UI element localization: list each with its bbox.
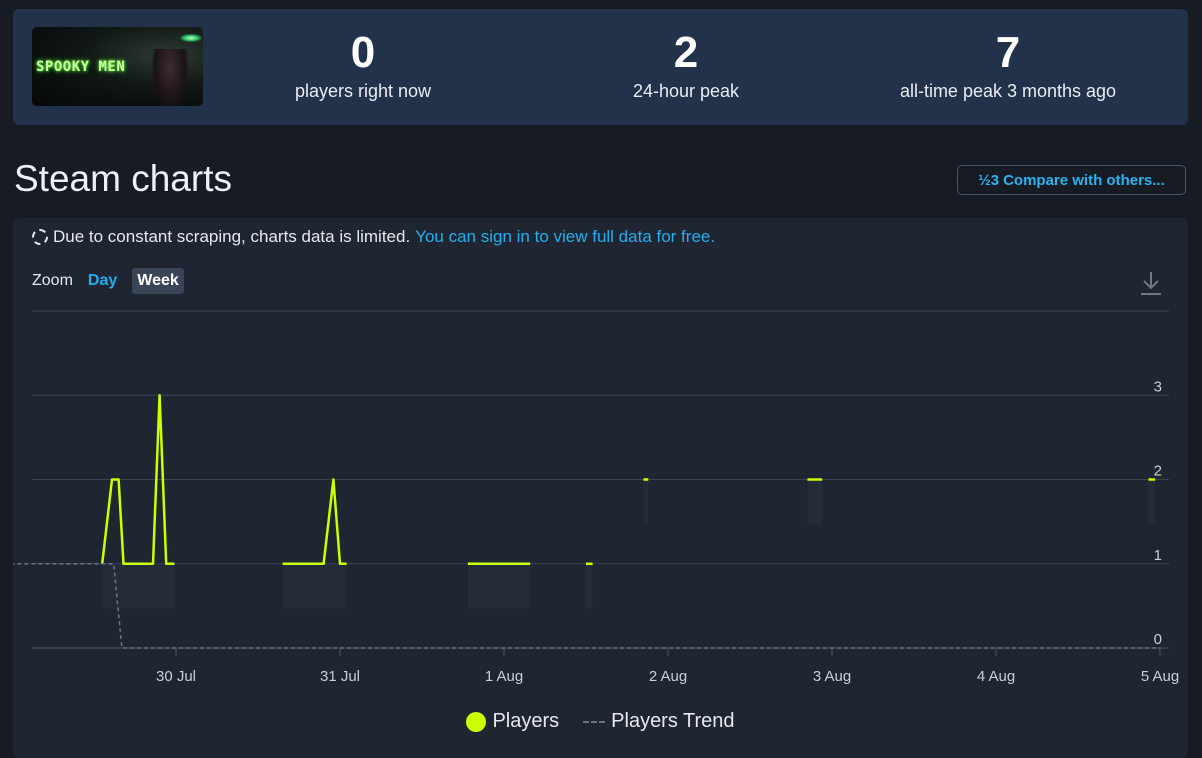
chart-panel: Due to constant scraping, charts data is… <box>13 218 1188 758</box>
stat-label: players right now <box>294 81 432 101</box>
x-tick-label: 1 Aug <box>485 668 523 685</box>
legend-players-dot <box>466 711 487 732</box>
players-area-fill <box>643 479 649 525</box>
legend-item-trend[interactable]: Players Trend <box>583 710 735 733</box>
thumbnail-title: SPOOKY MEN <box>36 59 126 75</box>
thumbnail-figure <box>152 49 188 106</box>
x-tick-label: 4 Aug <box>977 668 1015 685</box>
players-area-fill <box>1148 479 1156 525</box>
y-tick-label: 1 <box>1154 547 1162 564</box>
x-tick-label: 31 Jul <box>320 668 360 685</box>
y-tick-label: 3 <box>1154 378 1162 395</box>
stat-label: all-time peak 3 months ago <box>899 81 1117 101</box>
compare-button[interactable]: ½3 Compare with others... <box>957 165 1186 195</box>
legend-item-players[interactable]: Players <box>466 710 559 733</box>
stat-all-time-peak: 7 all-time peak 3 months ago <box>858 27 1158 103</box>
legend-trend-dash <box>583 720 606 723</box>
legend-trend-label: Players Trend <box>611 710 735 732</box>
fraction-icon: ½3 <box>978 171 1000 189</box>
stat-label: 24-hour peak <box>632 81 740 101</box>
players-line-segment <box>282 478 347 566</box>
x-tick-label: 3 Aug <box>813 668 851 685</box>
thumbnail-light <box>180 34 202 42</box>
players-area-fill <box>807 479 823 525</box>
y-tick-label: 2 <box>1154 463 1162 480</box>
stats-bar: SPOOKY MEN 0 players right now 2 24-hour… <box>13 9 1188 125</box>
stat-players-now: 0 players right now <box>213 27 513 103</box>
players-chart[interactable]: 0 1 2 3 30 Jul 31 Jul 1 Aug 2 Aug 3 Aug 4 Aug 5 Au… <box>13 218 1188 698</box>
players-area-fill <box>586 563 593 609</box>
page-title: Steam charts <box>14 158 232 199</box>
stat-value: 2 <box>673 28 699 77</box>
compare-button-label: Compare with others... <box>1003 171 1165 189</box>
players-area-fill <box>102 563 175 609</box>
legend-players-label: Players <box>492 710 560 732</box>
x-tick-label: 5 Aug <box>1141 668 1179 685</box>
stat-24h-peak: 2 24-hour peak <box>536 27 836 103</box>
y-tick-label: 0 <box>1154 631 1162 648</box>
x-tick-label: 30 Jul <box>156 668 196 685</box>
stat-value: 0 <box>350 28 376 77</box>
game-thumbnail[interactable]: SPOOKY MEN <box>32 27 203 106</box>
players-area-fill <box>467 563 531 609</box>
x-tick-label: 2 Aug <box>649 668 687 685</box>
stat-value: 7 <box>995 28 1021 77</box>
chart-legend: Players Players Trend <box>13 710 1188 733</box>
players-area-fill <box>282 563 347 609</box>
